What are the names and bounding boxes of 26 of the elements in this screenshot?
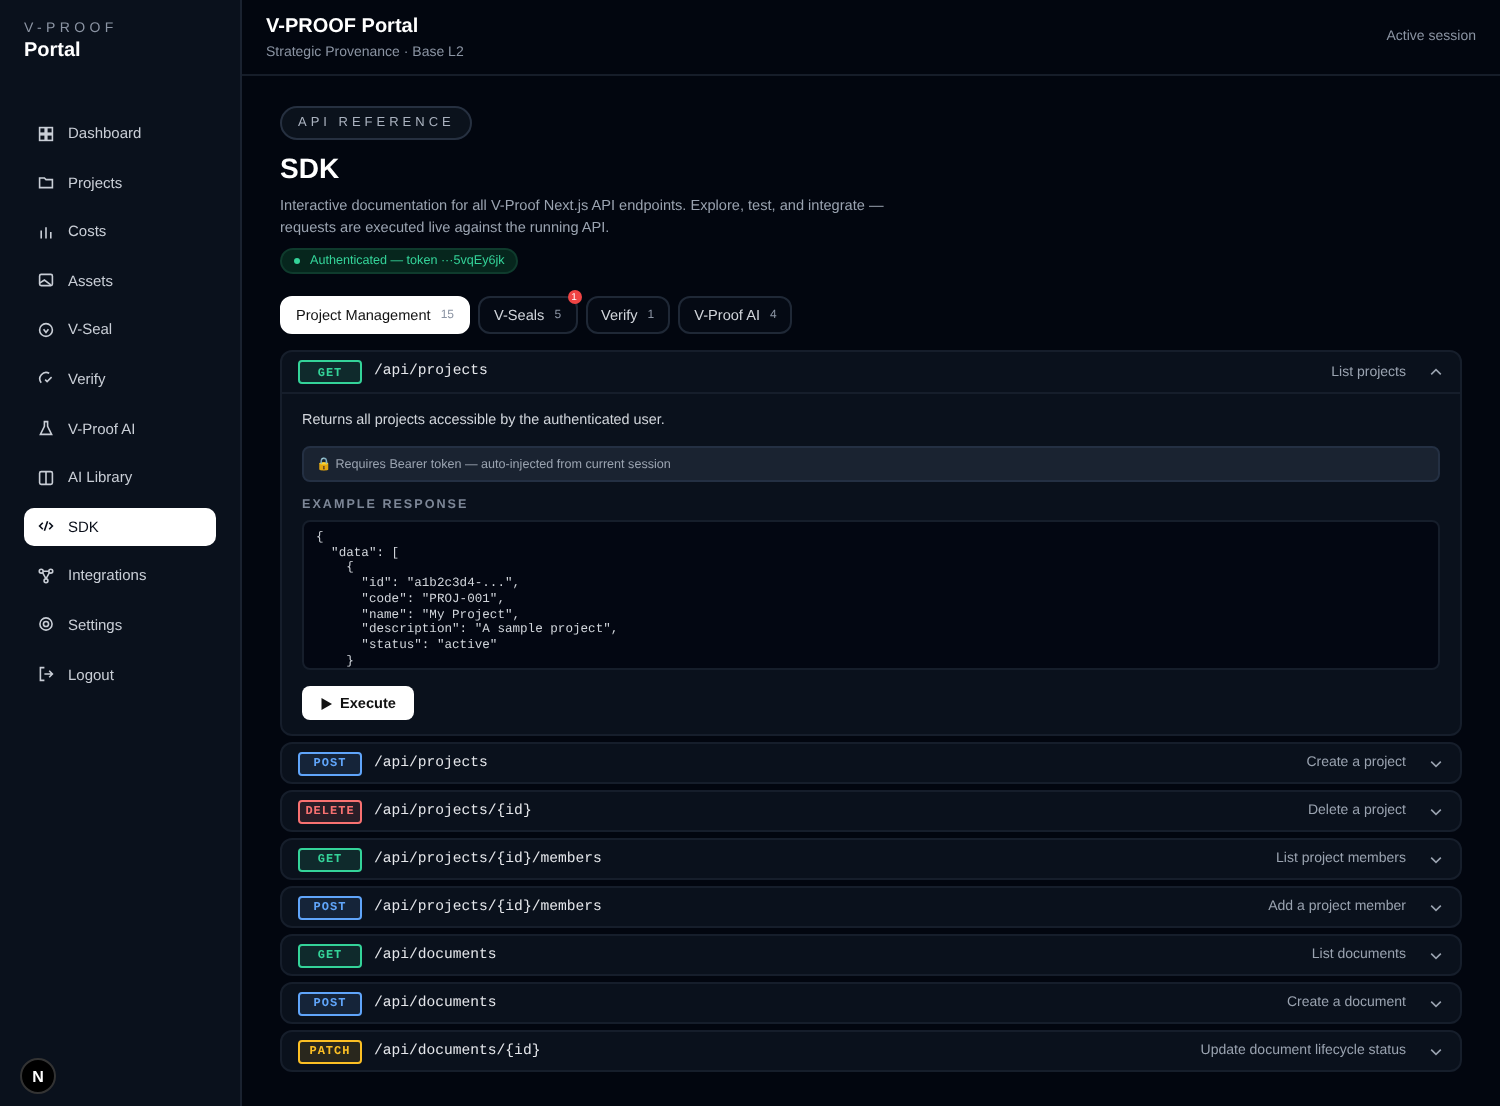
chevron-down-icon[interactable] <box>1428 755 1444 771</box>
status-dot-icon <box>294 258 300 264</box>
brand-title: Portal <box>24 40 83 62</box>
image-icon <box>38 272 54 289</box>
chevron-down-icon[interactable] <box>1428 851 1444 867</box>
bar-chart-icon <box>38 223 54 240</box>
play-icon <box>320 697 332 709</box>
chevron-down-icon[interactable] <box>1428 1043 1444 1059</box>
seal-icon <box>38 321 54 338</box>
chevron-down-icon[interactable] <box>1428 803 1444 819</box>
chevron-down-icon[interactable] <box>1428 899 1444 915</box>
code-icon <box>38 518 54 535</box>
book-icon <box>38 469 54 486</box>
settings-icon <box>38 616 54 633</box>
chevron-down-icon[interactable] <box>1428 947 1444 963</box>
chevron-up-icon[interactable] <box>1428 364 1444 380</box>
page-title: SDK <box>280 152 342 184</box>
dev-badge[interactable]: N <box>20 1058 56 1094</box>
check-arc-icon <box>38 370 54 387</box>
chevron-down-icon[interactable] <box>1428 995 1444 1011</box>
flask-icon <box>38 420 54 437</box>
logout-icon <box>38 666 54 683</box>
page-header-title: V-PROOF Portal <box>266 15 421 37</box>
folder-icon <box>38 174 54 191</box>
grid-icon <box>38 125 54 141</box>
nodes-icon <box>38 567 54 584</box>
